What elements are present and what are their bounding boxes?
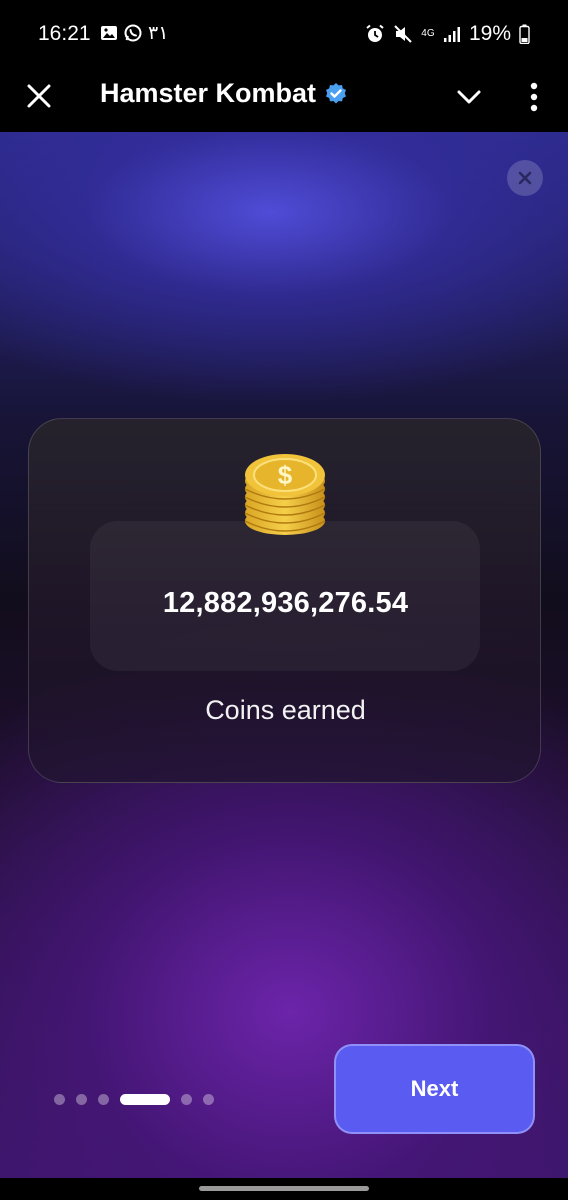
page-dot bbox=[181, 1094, 192, 1105]
svg-text:$: $ bbox=[278, 460, 293, 490]
coins-caption: Coins earned bbox=[205, 695, 366, 725]
close-icon bbox=[518, 171, 532, 185]
page-dot bbox=[54, 1094, 65, 1105]
signal-icon bbox=[443, 27, 460, 42]
page-dot-active bbox=[120, 1094, 170, 1105]
coins-earned-card: $ 12,882,936,276.54 Coins earned bbox=[28, 418, 541, 783]
status-time: 16:21 bbox=[38, 22, 91, 45]
gallery-icon bbox=[101, 26, 117, 40]
alarm-icon bbox=[366, 24, 384, 42]
app-bar: Hamster Kombat bbox=[0, 64, 568, 132]
more-vertical-icon[interactable] bbox=[524, 80, 544, 114]
next-button-label: Next bbox=[410, 1076, 459, 1101]
page-dot bbox=[203, 1094, 214, 1105]
verified-badge-icon bbox=[326, 82, 347, 103]
page-dot bbox=[76, 1094, 87, 1105]
home-handle[interactable] bbox=[199, 1186, 369, 1191]
status-left-icons bbox=[100, 24, 142, 42]
app-title-wrap: Hamster Kombat bbox=[100, 78, 348, 109]
dismiss-button[interactable] bbox=[507, 160, 543, 196]
app-title: Hamster Kombat bbox=[100, 78, 317, 108]
battery-icon bbox=[519, 24, 530, 44]
whatsapp-icon bbox=[124, 24, 142, 42]
webapp-content: $ 12,882,936,276.54 Coins earned Next bbox=[0, 132, 568, 1178]
status-date-indicator: ٣١ bbox=[148, 23, 169, 44]
chevron-down-icon[interactable] bbox=[456, 84, 482, 110]
coins-amount: 12,882,936,276.54 bbox=[162, 587, 409, 619]
network-indicator: 4G bbox=[421, 28, 435, 39]
page-dot bbox=[98, 1094, 109, 1105]
close-icon[interactable] bbox=[24, 81, 54, 111]
coin-stack-icon: $ bbox=[244, 454, 326, 535]
next-button[interactable]: Next bbox=[334, 1044, 535, 1134]
system-nav-bar bbox=[0, 1178, 568, 1200]
status-right-icons: 4G 19% bbox=[365, 22, 530, 46]
battery-percent: 19% bbox=[468, 22, 511, 45]
mute-icon bbox=[394, 25, 412, 43]
status-bar: 16:21 ٣١ 4G 19% bbox=[0, 0, 568, 64]
pagination-dots bbox=[54, 1094, 214, 1105]
